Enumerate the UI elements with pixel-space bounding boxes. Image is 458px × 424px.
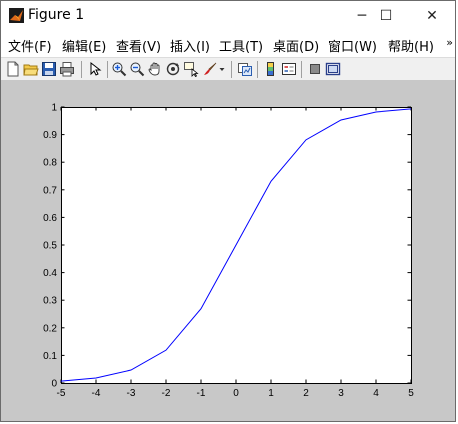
y-tick-label: 0	[51, 379, 57, 390]
zoom-in-icon[interactable]	[111, 61, 127, 77]
y-tick-label: 0.7	[43, 185, 57, 196]
toolbar-separator	[301, 61, 302, 78]
link-plot-icon[interactable]	[237, 61, 253, 77]
x-tick-label: 4	[373, 388, 379, 399]
y-tick-label: 1	[51, 103, 57, 114]
colorbar-icon[interactable]	[263, 61, 279, 77]
y-tick-label: 0.6	[43, 213, 57, 224]
plot-area[interactable]: -5 -4 -3 -2 -1 0 1 2 3 4 5 0 0.1 0.2 0.3 0.4 0.5 0.6 0.7 0.…	[1, 81, 455, 421]
x-tick-label: -3	[127, 388, 136, 399]
save-icon[interactable]	[41, 61, 57, 77]
x-tick-label: 2	[303, 388, 309, 399]
y-tick-label: 0.4	[43, 268, 57, 279]
x-tick-label: -5	[57, 388, 66, 399]
title-bar[interactable]: Figure 1 ─ ☐ ✕	[1, 1, 455, 31]
figure-canvas[interactable]: -5 -4 -3 -2 -1 0 1 2 3 4 5 0 0.1 0.2 0.3 0.4 0.5 0.6 0.7 0.…	[1, 81, 455, 421]
maximize-button[interactable]: ☐	[363, 1, 409, 31]
y-tick-label: 0.2	[43, 323, 57, 334]
figure-window: Figure 1 ─ ☐ ✕ 文件(F) 编辑(E) 查看(V) 插入(I) 工…	[0, 0, 456, 422]
menu-overflow-chevron-icon[interactable]: »	[446, 36, 453, 49]
rotate-3d-icon[interactable]	[165, 61, 181, 77]
matlab-logo-icon	[9, 8, 24, 23]
y-tick-label: 0.3	[43, 296, 57, 307]
window-title: Figure 1	[28, 7, 85, 23]
x-tick-label: -4	[92, 388, 101, 399]
y-tick-label: 0.1	[43, 351, 57, 362]
menu-tools[interactable]: 工具(T)	[219, 36, 263, 55]
close-button[interactable]: ✕	[409, 1, 455, 31]
toolbar-separator	[81, 61, 82, 78]
pan-hand-icon[interactable]	[147, 61, 163, 77]
x-tick-label: 3	[338, 388, 344, 399]
show-plot-tools-icon[interactable]	[325, 61, 341, 77]
open-file-icon[interactable]	[23, 61, 39, 77]
menu-window[interactable]: 窗口(W)	[328, 36, 377, 55]
x-tick-label: -1	[197, 388, 206, 399]
zoom-out-icon[interactable]	[129, 61, 145, 77]
menu-file[interactable]: 文件(F)	[8, 36, 52, 55]
y-tick-label: 0.8	[43, 158, 57, 169]
y-tick-label: 0.9	[43, 130, 57, 141]
brush-icon[interactable]	[202, 61, 218, 77]
data-cursor-icon[interactable]	[183, 61, 199, 77]
menu-help[interactable]: 帮助(H)	[388, 36, 434, 55]
figure-toolbar	[1, 57, 455, 81]
x-tick-label: 1	[268, 388, 274, 399]
menu-desktop[interactable]: 桌面(D)	[273, 36, 319, 55]
menu-bar: 文件(F) 编辑(E) 查看(V) 插入(I) 工具(T) 桌面(D) 窗口(W…	[1, 32, 455, 56]
x-tick-label: 0	[233, 388, 239, 399]
x-tick-label: 5	[408, 388, 414, 399]
menu-edit[interactable]: 编辑(E)	[62, 36, 106, 55]
pointer-icon[interactable]	[87, 61, 103, 77]
menu-view[interactable]: 查看(V)	[116, 36, 161, 55]
new-figure-icon[interactable]	[5, 61, 21, 77]
hide-plot-tools-icon[interactable]	[307, 61, 323, 77]
x-tick-label: -2	[162, 388, 171, 399]
brush-dropdown-icon[interactable]	[218, 61, 226, 77]
toolbar-separator	[231, 61, 232, 78]
print-icon[interactable]	[59, 61, 75, 77]
legend-icon[interactable]	[281, 61, 297, 77]
toolbar-separator	[107, 61, 108, 78]
y-tick-label: 0.5	[43, 241, 57, 252]
menu-insert[interactable]: 插入(I)	[170, 36, 210, 55]
toolbar-separator	[257, 61, 258, 78]
